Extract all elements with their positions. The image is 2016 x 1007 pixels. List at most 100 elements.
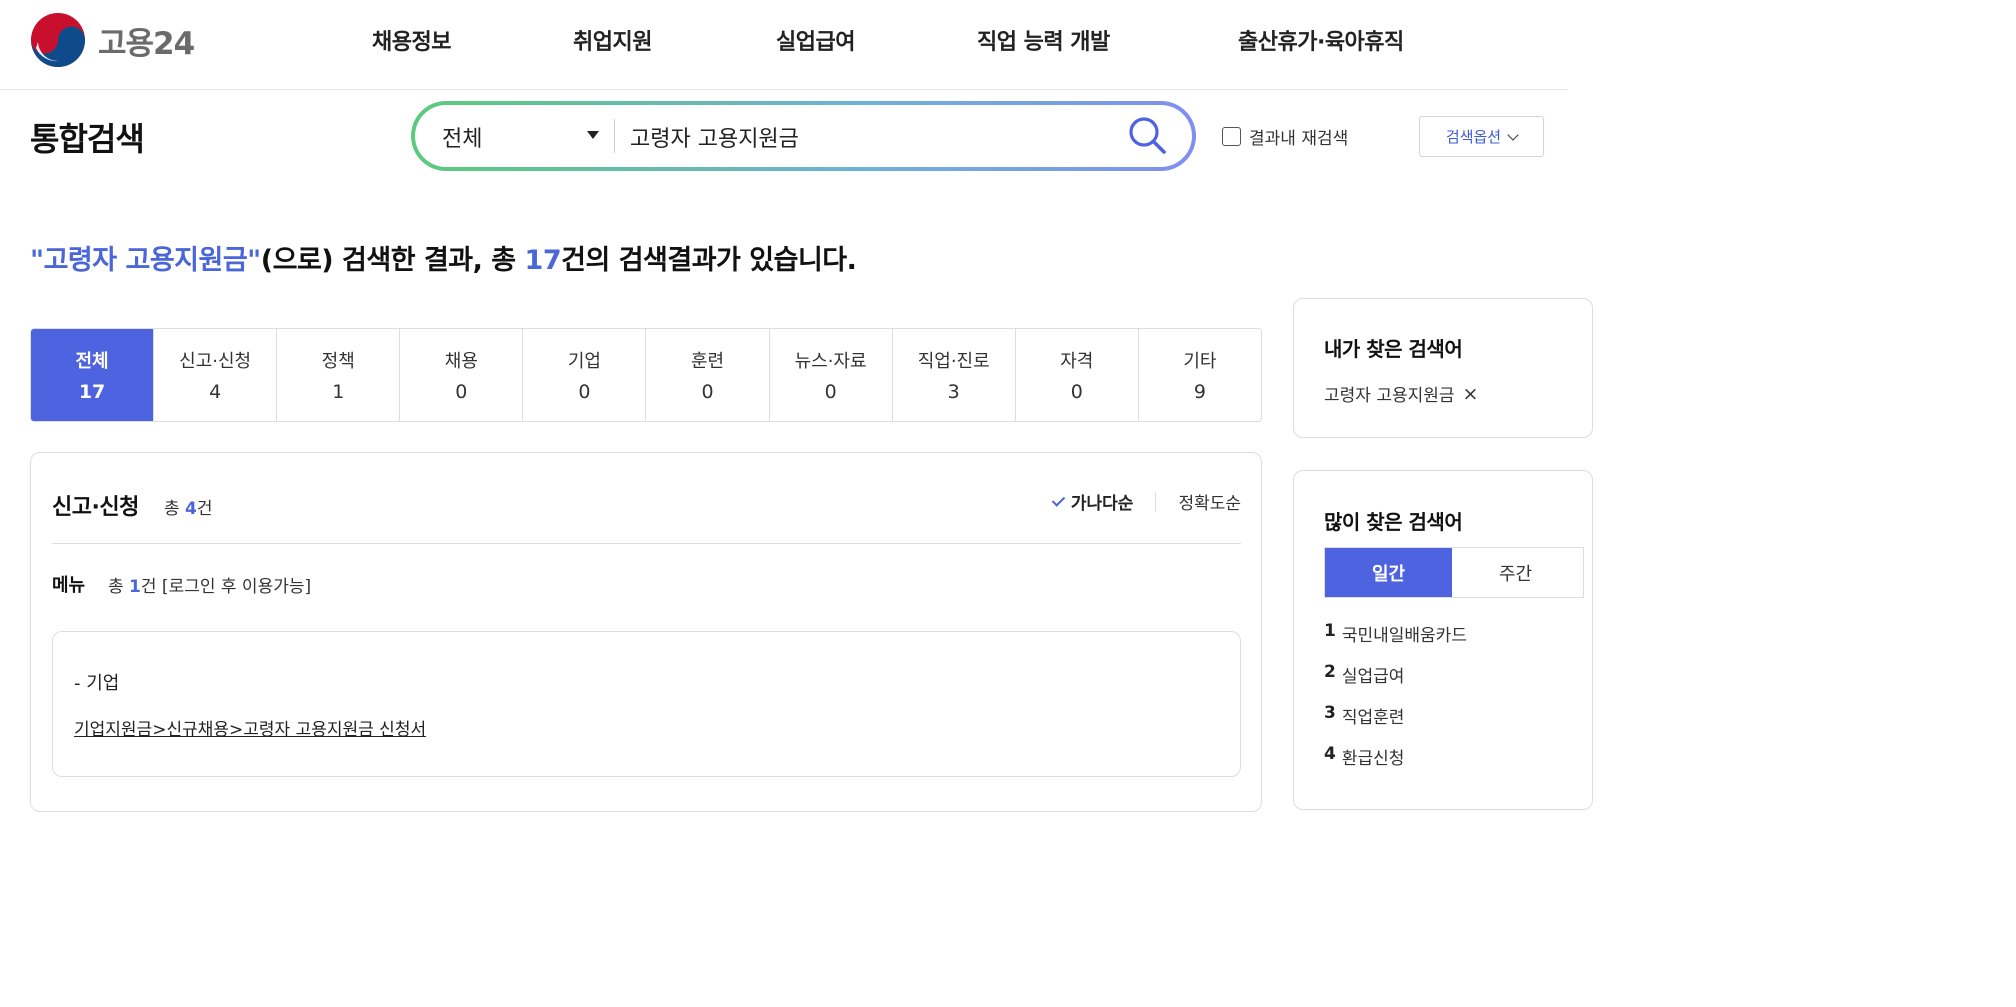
global-nav: 고용24 채용정보 취업지원 실업급여 직업 능력 개발 출산휴가·육아휴직 bbox=[0, 0, 1568, 90]
tab-report-apply[interactable]: 신고·신청 4 bbox=[154, 329, 278, 421]
tab-label: 기업 bbox=[567, 351, 601, 372]
subsection-count: 총 1건 [로그인 후 이용가능] bbox=[108, 572, 311, 597]
logo[interactable]: 고용24 bbox=[30, 12, 195, 68]
list-item[interactable]: 1 국민내일배움카드 bbox=[1324, 621, 1467, 662]
search-options-button[interactable]: 검색옵션 bbox=[1419, 116, 1544, 157]
subsection-count-prefix: 총 bbox=[108, 577, 130, 597]
result-card: - 기업 기업지원금>신규채용>고령자 고용지원금 신청서 bbox=[52, 631, 1241, 777]
results-panel: 신고·신청 총 4건 가나다순 정확도순 메뉴 총 1건 [로그인 후 이용가능… bbox=[30, 452, 1262, 812]
list-item[interactable]: 2 실업급여 bbox=[1324, 662, 1467, 703]
nav-item-parental-leave[interactable]: 출산휴가·육아휴직 bbox=[1238, 24, 1404, 56]
tab-label: 훈련 bbox=[690, 351, 725, 372]
list-item[interactable]: 3 직업훈련 bbox=[1324, 703, 1467, 744]
period-daily[interactable]: 일간 bbox=[1325, 548, 1452, 597]
subsection-title: 메뉴 bbox=[52, 575, 86, 596]
nav-item-skill-development[interactable]: 직업 능력 개발 bbox=[977, 24, 1110, 56]
result-category: - 기업 bbox=[74, 673, 120, 694]
search-within-results[interactable]: 결과내 재검색 bbox=[1222, 124, 1348, 149]
tab-label: 채용 bbox=[444, 351, 478, 372]
caret-down-icon[interactable] bbox=[587, 131, 599, 139]
tab-label: 기타 bbox=[1183, 351, 1217, 372]
tab-count: 17 bbox=[78, 381, 106, 403]
tab-label: 신고·신청 bbox=[179, 351, 252, 372]
rank-term: 실업급여 bbox=[1341, 667, 1405, 687]
search-icon[interactable] bbox=[1127, 115, 1169, 157]
tab-label: 직업·진로 bbox=[917, 351, 990, 372]
period-toggle: 일간 주간 bbox=[1324, 547, 1584, 598]
rank-term: 직업훈련 bbox=[1341, 708, 1405, 728]
tab-count: 1 bbox=[332, 381, 345, 403]
tab-all[interactable]: 전체 17 bbox=[31, 329, 155, 421]
result-link[interactable]: 기업지원금>신규채용>고령자 고용지원금 신청서 bbox=[74, 715, 426, 740]
tab-other[interactable]: 기타 9 bbox=[1139, 329, 1261, 421]
summary-query: "고령자 고용지원금" bbox=[30, 245, 261, 276]
summary-middle: (으로) 검색한 결과, 총 bbox=[260, 245, 525, 276]
sort-accuracy[interactable]: 정확도순 bbox=[1178, 489, 1241, 514]
check-icon bbox=[1051, 492, 1066, 507]
nav-item-employment-support[interactable]: 취업지원 bbox=[573, 24, 652, 56]
search-box: 전체 고령자 고용지원금 bbox=[411, 101, 1196, 171]
popular-keywords-box: 많이 찾은 검색어 일간 주간 1 국민내일배움카드 2 실업급여 3 직업훈련 4환… bbox=[1293, 470, 1593, 810]
search-scope-select[interactable]: 전체 bbox=[442, 121, 482, 153]
tab-count: 3 bbox=[947, 381, 960, 403]
summary-suffix: 건의 검색결과가 있습니다. bbox=[561, 245, 857, 276]
search-options-label: 검색옵션 bbox=[1445, 128, 1502, 146]
tab-certification[interactable]: 자격 0 bbox=[1016, 329, 1139, 421]
tab-training[interactable]: 훈련 0 bbox=[646, 329, 770, 421]
search-input[interactable]: 고령자 고용지원금 bbox=[630, 121, 799, 153]
section-divider bbox=[52, 543, 1241, 544]
tab-career[interactable]: 직업·진로 3 bbox=[893, 329, 1016, 421]
my-keyword-item[interactable]: 고령자 고용지원금 × bbox=[1324, 381, 1479, 407]
logo-text: 고용24 bbox=[98, 25, 195, 62]
summary-total: 17 bbox=[524, 245, 562, 276]
subsection-count-number: 1 bbox=[129, 577, 141, 597]
subsection-count-suffix: 건 [로그인 후 이용가능] bbox=[140, 577, 312, 597]
sort-options: 가나다순 정확도순 bbox=[1051, 489, 1241, 514]
sort-alphabetical[interactable]: 가나다순 bbox=[1051, 489, 1134, 514]
section-count: 총 4건 bbox=[164, 494, 213, 519]
popular-ranking-list: 1 국민내일배움카드 2 실업급여 3 직업훈련 4 환급신청 bbox=[1324, 621, 1467, 785]
rank-number: 2 bbox=[1324, 662, 1336, 682]
rank-number: 1 bbox=[1324, 621, 1336, 641]
tab-policy[interactable]: 정책 1 bbox=[277, 329, 401, 421]
result-summary: "고령자 고용지원금"(으로) 검색한 결과, 총 17건의 검색결과가 있습니… bbox=[30, 238, 857, 277]
tab-count: 0 bbox=[455, 381, 468, 403]
section-count-prefix: 총 bbox=[164, 499, 186, 519]
tab-count: 4 bbox=[209, 381, 222, 403]
tab-count: 0 bbox=[578, 381, 591, 403]
tab-hiring[interactable]: 채용 0 bbox=[400, 329, 524, 421]
section-title: 신고·신청 bbox=[52, 495, 139, 520]
sort-divider bbox=[1155, 491, 1157, 512]
search-inner: 전체 고령자 고용지원금 bbox=[415, 105, 1192, 167]
tab-label: 전체 bbox=[75, 351, 109, 372]
search-within-label: 결과내 재검색 bbox=[1249, 129, 1349, 149]
rank-number: 3 bbox=[1324, 703, 1336, 723]
taegeuk-logo-icon bbox=[31, 13, 85, 67]
tab-count: 0 bbox=[824, 381, 837, 403]
section-count-number: 4 bbox=[185, 499, 197, 519]
rank-term: 환급신청 bbox=[1341, 749, 1405, 769]
my-keywords-title: 내가 찾은 검색어 bbox=[1324, 337, 1463, 361]
tab-count: 9 bbox=[1193, 381, 1206, 403]
period-weekly[interactable]: 주간 bbox=[1452, 548, 1579, 597]
sort-alphabetical-label: 가나다순 bbox=[1070, 494, 1134, 514]
close-icon[interactable]: × bbox=[1463, 383, 1479, 405]
list-item[interactable]: 4 환급신청 bbox=[1324, 744, 1467, 785]
tab-count: 0 bbox=[701, 381, 714, 403]
nav-item-unemployment-benefit[interactable]: 실업급여 bbox=[776, 24, 855, 56]
my-keyword-text[interactable]: 고령자 고용지원금 bbox=[1324, 381, 1455, 406]
section-count-suffix: 건 bbox=[196, 499, 213, 519]
tab-count: 0 bbox=[1070, 381, 1083, 403]
chevron-down-icon bbox=[1507, 128, 1519, 141]
tab-label: 자격 bbox=[1060, 351, 1094, 372]
popular-keywords-title: 많이 찾은 검색어 bbox=[1324, 510, 1463, 534]
category-tabs: 전체 17 신고·신청 4 정책 1 채용 0 기업 0 훈련 0 뉴스·자료 … bbox=[30, 328, 1262, 422]
search-within-checkbox[interactable] bbox=[1222, 127, 1241, 146]
nav-item-jobs[interactable]: 채용정보 bbox=[372, 24, 451, 56]
tab-company[interactable]: 기업 0 bbox=[523, 329, 647, 421]
tab-label: 뉴스·자료 bbox=[794, 351, 867, 372]
tab-news[interactable]: 뉴스·자료 0 bbox=[770, 329, 893, 421]
rank-term: 국민내일배움카드 bbox=[1341, 626, 1467, 646]
page-title: 통합검색 bbox=[30, 120, 145, 158]
search-divider bbox=[614, 119, 615, 153]
